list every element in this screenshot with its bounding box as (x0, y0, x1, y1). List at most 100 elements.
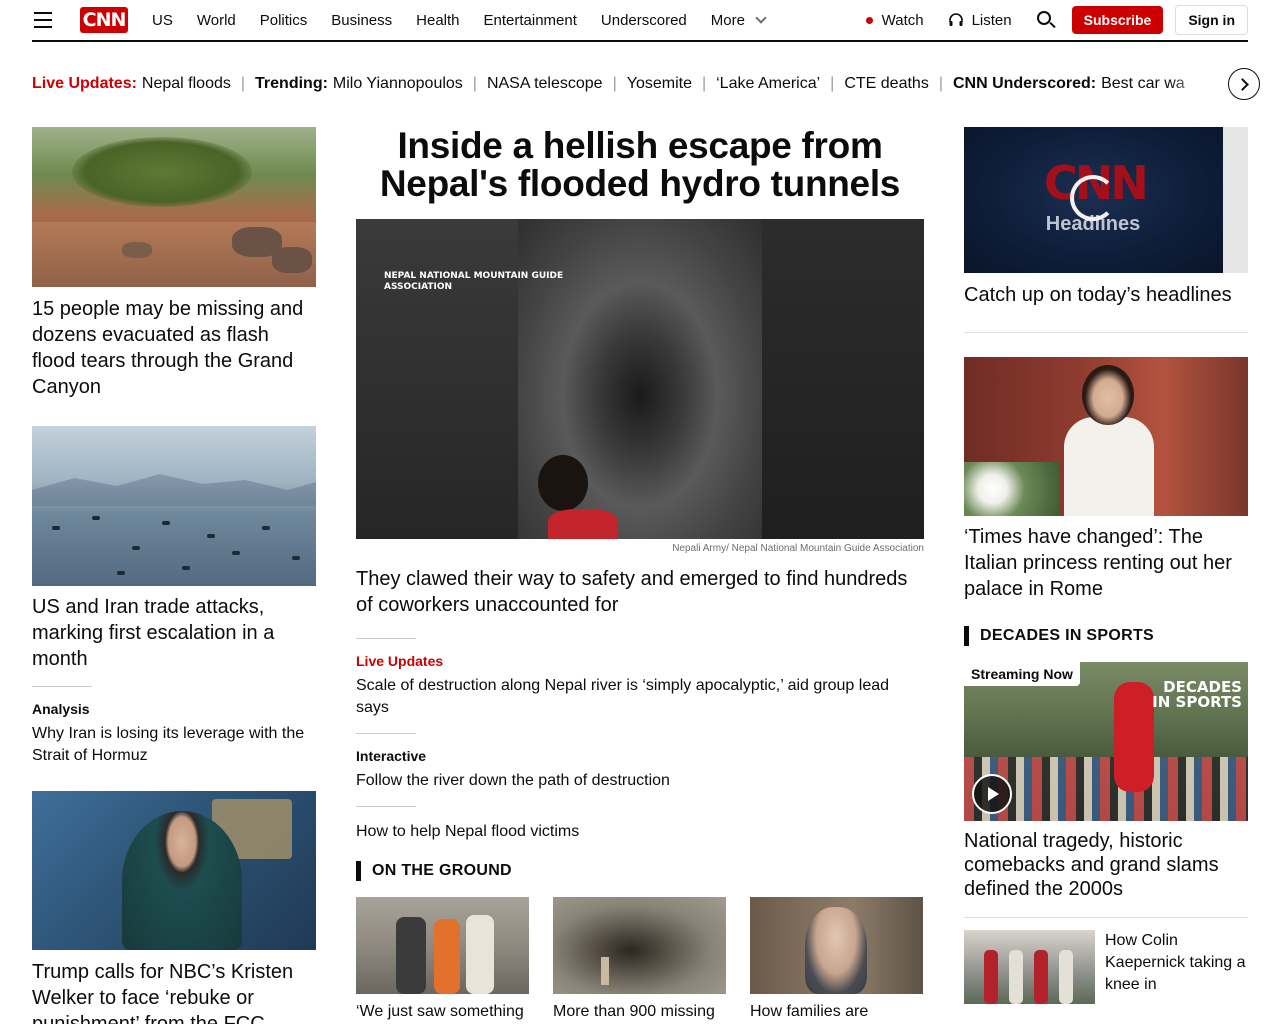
ticker-item[interactable]: Yosemite (627, 75, 692, 93)
card-headline: ‘We just saw something crashing (356, 1003, 524, 1020)
nav-entertainment[interactable]: Entertainment (484, 12, 577, 29)
ticker-live-label: Live Updates: (32, 75, 137, 92)
divider (356, 638, 416, 639)
ticker-item[interactable]: ‘Lake America’ (716, 75, 820, 93)
story-card[interactable]: How families are searching for missing (750, 897, 923, 1024)
decades-in-sports-video[interactable]: Streaming Now DECADES IN SPORTS (964, 662, 1248, 821)
right-column: CNN Headlines Catch up on today’s headli… (964, 127, 1248, 1004)
ticker-trending-label: Trending: (255, 75, 328, 92)
italian-princess-image[interactable] (964, 357, 1248, 516)
section-bar (356, 861, 361, 881)
nav-business[interactable]: Business (331, 12, 392, 29)
divider (356, 806, 416, 807)
listen-label: Listen (971, 11, 1012, 29)
video-headline[interactable]: Catch up on today’s headlines (964, 282, 1248, 308)
section-title: ON THE GROUND (372, 862, 512, 879)
on-the-ground-heading: ON THE GROUND (356, 861, 924, 881)
headlines-video-player[interactable]: CNN Headlines (964, 127, 1248, 273)
section-title: DECADES IN SPORTS (980, 627, 1155, 644)
image-caption: Nepali Army/ Nepal National Mountain Gui… (672, 543, 924, 554)
ticker-live-updates[interactable]: Live Updates: Nepal floods (32, 75, 231, 93)
trending-ticker: Live Updates: Nepal floods | Trending: Mil… (32, 70, 1222, 98)
card-headline: How Colin Kaepernick taking a knee in (1105, 932, 1246, 993)
headphones-icon (948, 13, 963, 26)
kristen-welker-image[interactable] (32, 791, 316, 950)
story-headline[interactable]: 15 people may be missing and dozens evac… (32, 296, 316, 400)
ticker-divider: | (240, 75, 246, 92)
main-headline[interactable]: Inside a hellish escape from Nepal's flo… (356, 127, 924, 203)
analysis-label: Analysis (32, 701, 90, 717)
top-header: CNN US World Politics Business Health En… (32, 0, 1248, 42)
cnn-logo[interactable]: CNN (80, 7, 128, 33)
ticker-divider: | (472, 75, 477, 92)
listen-link[interactable]: Listen (948, 12, 1012, 29)
center-column: Inside a hellish escape from Nepal's flo… (356, 127, 924, 1024)
kaepernick-image (964, 930, 1095, 1004)
nav-politics[interactable]: Politics (260, 12, 308, 29)
story-headline[interactable]: Trump calls for NBC’s Kristen Welker to … (32, 959, 316, 1024)
nav-more-label: More (710, 11, 745, 29)
menu-icon[interactable] (34, 12, 56, 28)
ticker-trending-item: Milo Yiannopoulos (332, 75, 463, 92)
interactive-label: Interactive (356, 748, 427, 764)
section-bar (964, 626, 969, 646)
watch-label: Watch (881, 11, 924, 29)
divider (356, 733, 416, 734)
watch-link[interactable]: Watch (865, 11, 924, 29)
story-card[interactable]: ‘We just saw something crashing (356, 897, 529, 1024)
tunnel-hero-video[interactable]: NEPAL NATIONAL MOUNTAIN GUIDE ASSOCIATIO… (356, 219, 924, 539)
loading-spinner-icon (1070, 175, 1116, 221)
card-headline: How families are searching for missing (750, 1003, 869, 1020)
divider (32, 686, 92, 687)
chevron-right-icon[interactable] (1228, 68, 1260, 100)
nav-world[interactable]: World (197, 12, 236, 29)
strait-of-hormuz-image[interactable] (32, 426, 316, 586)
ticker-divider: | (701, 75, 707, 92)
hero-headline[interactable]: They clawed their way to safety and emer… (356, 566, 924, 618)
card-image (356, 897, 529, 994)
story-headline[interactable]: National tragedy, historic comebacks and… (964, 829, 1248, 901)
left-column: 15 people may be missing and dozens evac… (32, 127, 316, 1024)
main-nav: US World Politics Business Health Entert… (152, 12, 789, 29)
grand-canyon-flood-image[interactable] (32, 127, 316, 287)
decades-in-sports-heading: DECADES IN SPORTS (964, 626, 1248, 646)
story-card[interactable]: How Colin Kaepernick taking a knee in (964, 930, 1248, 1004)
divider (964, 332, 1248, 333)
sign-in-button[interactable]: Sign in (1175, 5, 1248, 35)
play-icon[interactable] (972, 774, 1012, 814)
story-headline[interactable]: ‘Times have changed’: The Italian prince… (964, 524, 1248, 602)
nav-us[interactable]: US (152, 12, 173, 29)
streaming-now-badge: Streaming Now (964, 662, 1080, 686)
live-dot-icon (865, 16, 873, 24)
ds-logo-line-2: IN SPORTS (1152, 693, 1242, 711)
live-updates-label: Live Updates (356, 653, 444, 669)
nav-health[interactable]: Health (416, 12, 459, 29)
story-link[interactable]: Follow the river down the path of destru… (356, 770, 924, 792)
story-link[interactable]: How to help Nepal flood victims (356, 821, 924, 843)
decades-in-sports-logo: DECADES IN SPORTS (1152, 680, 1242, 710)
nav-more[interactable]: More (710, 11, 767, 29)
nav-underscored[interactable]: Underscored (601, 12, 687, 29)
subscribe-button[interactable]: Subscribe (1071, 6, 1164, 34)
ticker-divider: | (612, 75, 617, 92)
card-headline: More than 900 missing from Nepal (553, 1003, 715, 1020)
ticker-divider: | (830, 75, 835, 92)
ticker-underscored[interactable]: CNN Underscored: Best car wa (953, 75, 1185, 93)
story-link[interactable]: Scale of destruction along Nepal river i… (356, 675, 924, 719)
divider (964, 917, 1248, 918)
ticker-item[interactable]: NASA telescope (487, 75, 603, 93)
card-image (553, 897, 726, 994)
ticker-live-item: Nepal floods (141, 75, 231, 92)
search-icon[interactable] (1036, 10, 1056, 30)
on-the-ground-cards: ‘We just saw something crashing More tha… (356, 897, 924, 1024)
ticker-trending[interactable]: Trending: Milo Yiannopoulos (255, 75, 463, 93)
ticker-underscored-label: CNN Underscored: (952, 75, 1097, 92)
video-overlay-credit: NEPAL NATIONAL MOUNTAIN GUIDE ASSOCIATIO… (384, 271, 564, 292)
card-image (750, 897, 923, 994)
story-headline[interactable]: US and Iran trade attacks, marking first… (32, 594, 316, 672)
ticker-fade (1170, 68, 1226, 100)
ticker-item[interactable]: CTE deaths (844, 75, 928, 93)
ticker-divider: | (938, 75, 943, 92)
story-card[interactable]: More than 900 missing from Nepal (553, 897, 726, 1024)
story-link[interactable]: Why Iran is losing its leverage with the… (32, 723, 316, 767)
